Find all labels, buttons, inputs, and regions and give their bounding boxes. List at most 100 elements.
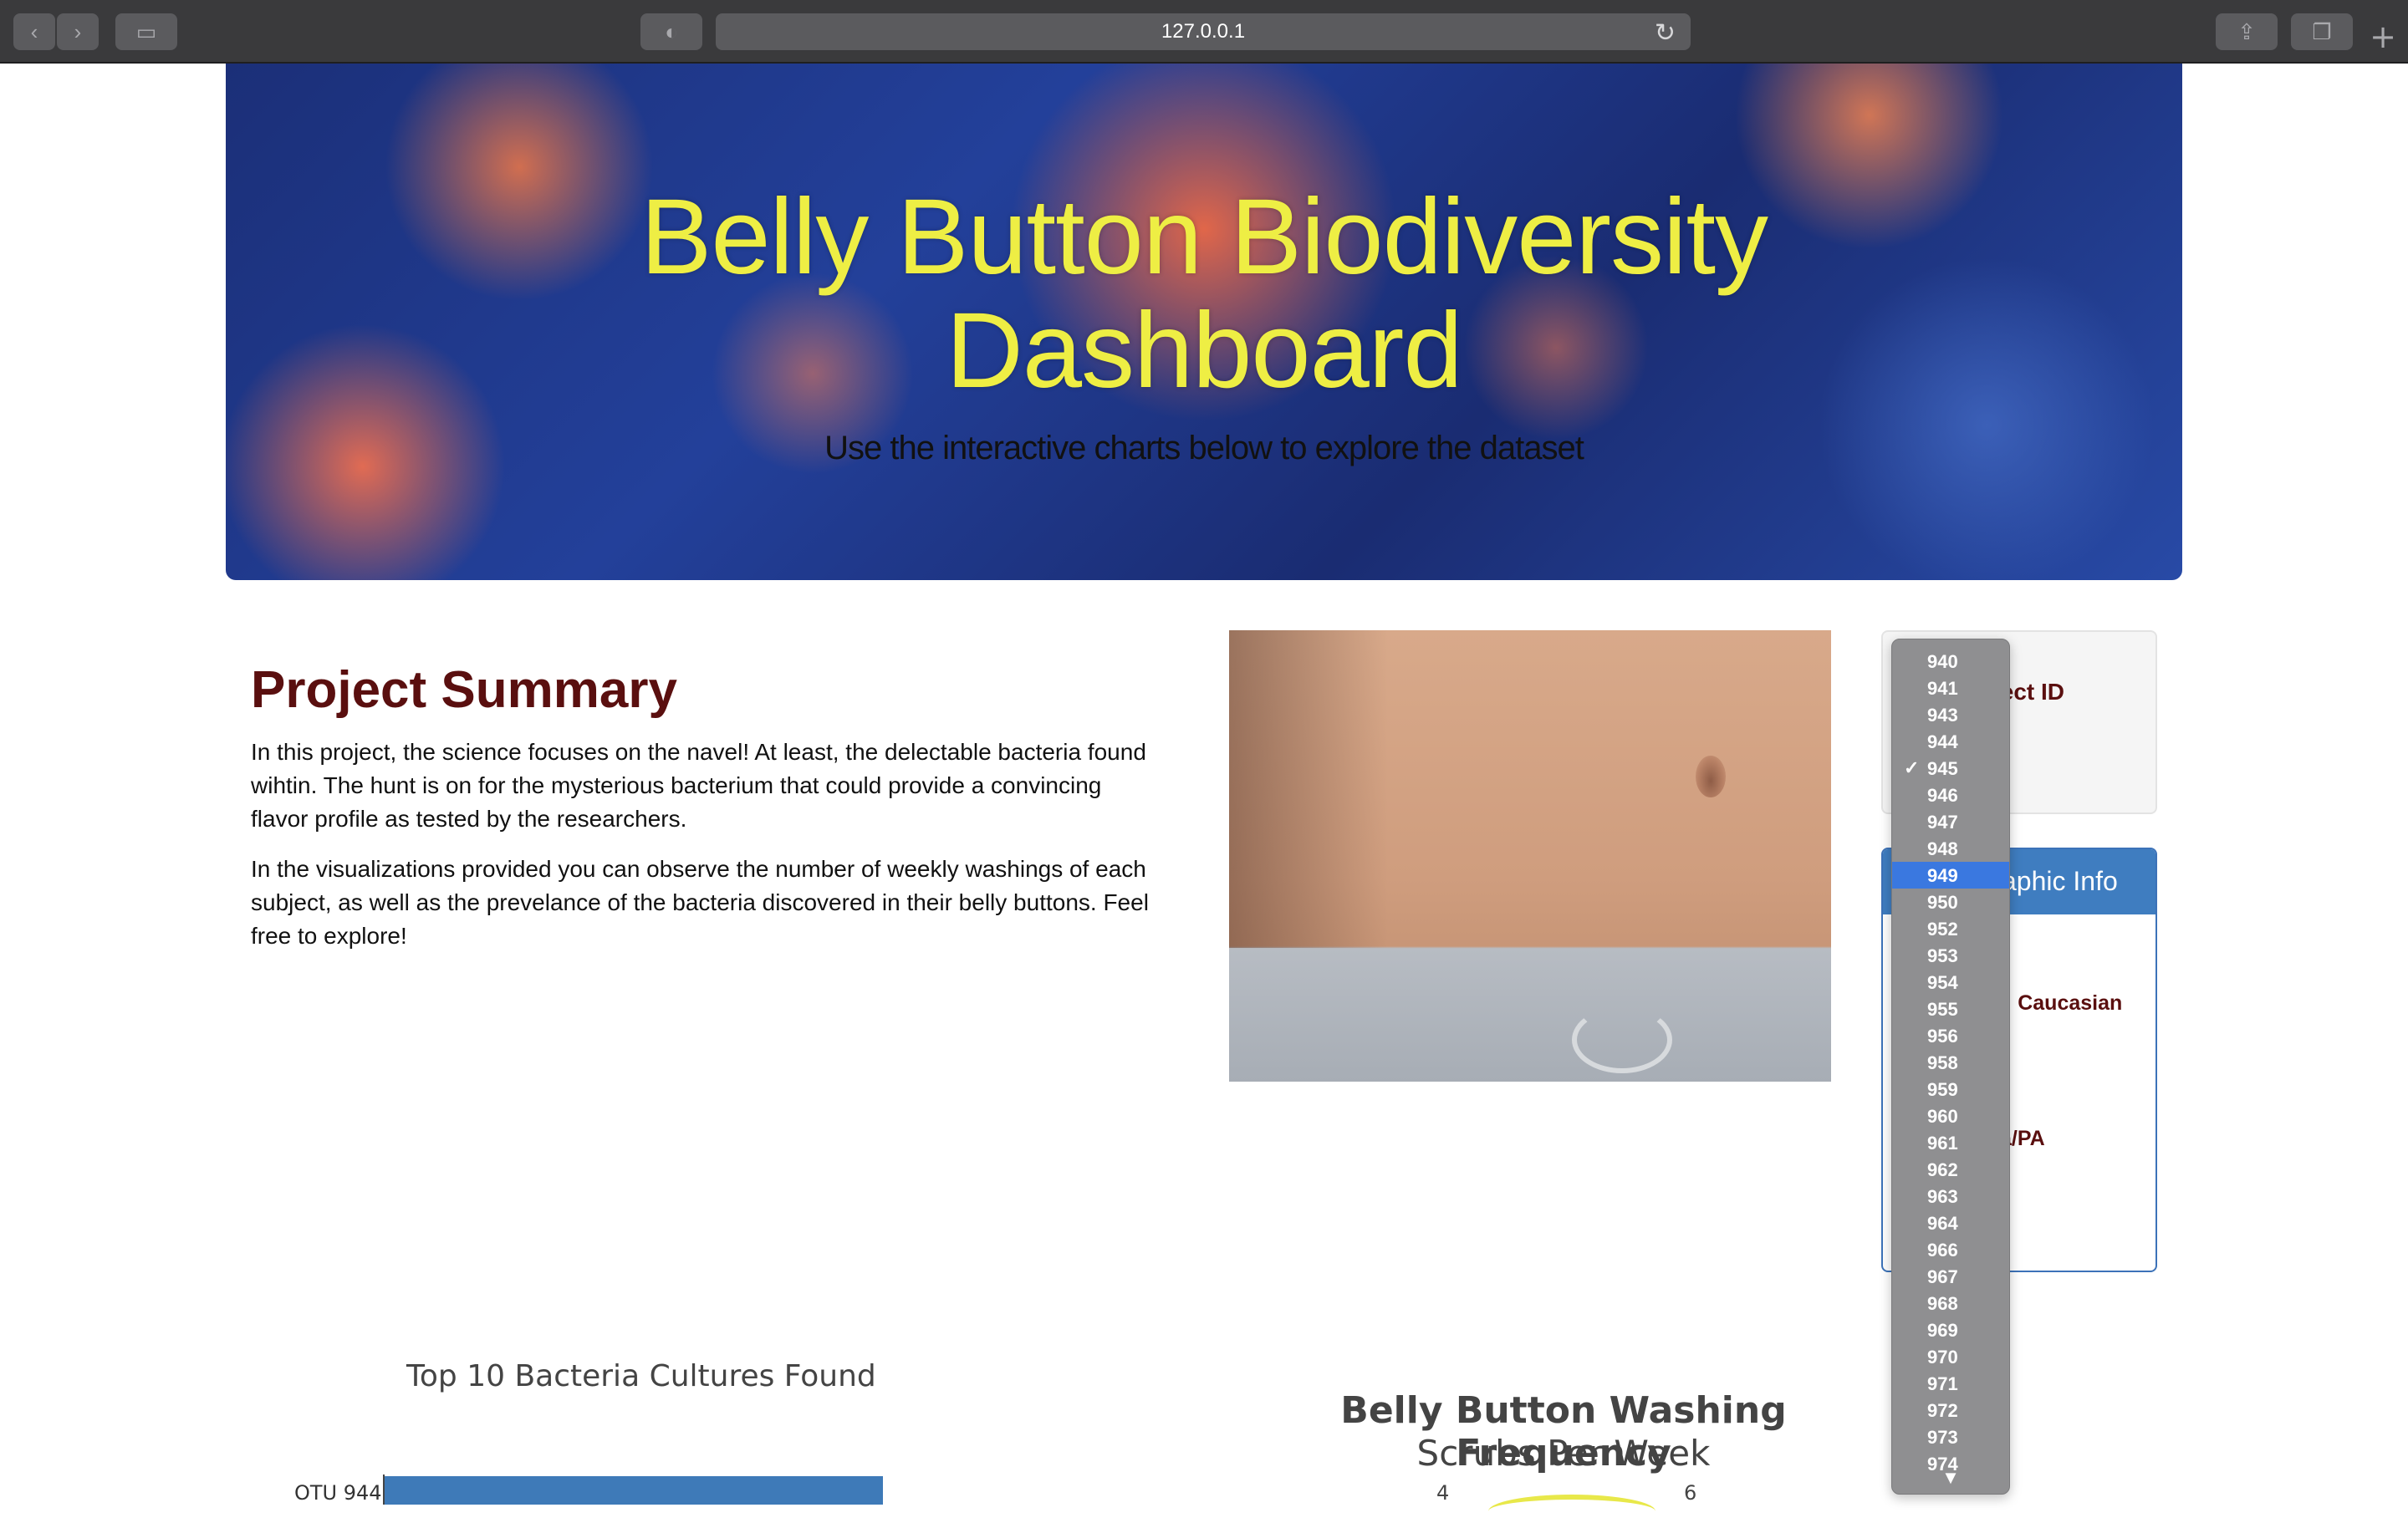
bar-chart-title: Top 10 Bacteria Cultures Found (406, 1359, 876, 1393)
privacy-shield-button[interactable]: ◐ (640, 13, 702, 50)
page-title-line1: Belly Button Biodiversity (640, 177, 1768, 297)
dropdown-option[interactable]: 960 (1892, 1103, 2009, 1129)
dropdown-option-label: 960 (1927, 1106, 1958, 1127)
drawstring-detail (1572, 1006, 1672, 1073)
dropdown-option[interactable]: 956 (1892, 1022, 2009, 1049)
dropdown-option-label: 940 (1927, 651, 1958, 672)
dropdown-option[interactable]: 944 (1892, 728, 2009, 755)
dropdown-option[interactable]: 950 (1892, 889, 2009, 915)
dropdown-option[interactable]: 953 (1892, 942, 2009, 969)
dropdown-option[interactable]: 970 (1892, 1343, 2009, 1370)
summary-line: free to explore! (251, 923, 407, 949)
dropdown-option-label: 969 (1927, 1320, 1958, 1341)
dropdown-option[interactable]: 961 (1892, 1129, 2009, 1156)
summary-paragraph-1: In this project, the science focuses on … (251, 736, 1171, 836)
dropdown-option-label: 953 (1927, 945, 1958, 966)
chevron-right-icon: › (74, 18, 82, 44)
dropdown-option-label: 968 (1927, 1293, 1958, 1314)
demo-ethnicity: ': Caucasian (2000, 991, 2123, 1015)
dropdown-option[interactable]: 967 (1892, 1263, 2009, 1290)
dropdown-option[interactable]: 969 (1892, 1317, 2009, 1343)
dropdown-option-label: 948 (1927, 838, 1958, 859)
sidebar-toggle-button[interactable]: ▭ (115, 13, 177, 50)
back-button[interactable]: ‹ (13, 13, 55, 50)
dropdown-option[interactable]: 946 (1892, 782, 2009, 808)
dropdown-option[interactable]: 943 (1892, 701, 2009, 728)
dropdown-option-label: 970 (1927, 1347, 1958, 1368)
reload-icon[interactable]: ↻ (1655, 18, 1676, 48)
dropdown-option-label: 972 (1927, 1400, 1958, 1421)
dropdown-option-label: 964 (1927, 1213, 1958, 1234)
gauge-arc (1488, 1495, 1656, 1528)
dropdown-option-label: 945 (1927, 758, 1958, 779)
dropdown-option[interactable]: 972 (1892, 1397, 2009, 1424)
dropdown-option[interactable]: 954 (1892, 969, 2009, 996)
subject-id-dropdown[interactable]: 974 973 972 971 970 969 968 967 966 964 963 962 961 9… (1891, 639, 2010, 1495)
gauge-tick-label: 4 (1436, 1481, 1450, 1505)
dropdown-option[interactable]: 949 (1892, 862, 2009, 889)
dropdown-option-label: 950 (1927, 892, 1958, 913)
page-subtitle: Use the interactive charts below to expl… (824, 430, 1584, 466)
dropdown-option-label: 956 (1927, 1026, 1958, 1047)
url-text: 127.0.0.1 (1161, 20, 1246, 43)
dropdown-option[interactable]: ✓ 945 (1892, 755, 2009, 782)
page-title: Belly Button Biodiversity Dashboard (226, 181, 2182, 408)
summary-line: In the visualizations provided you can o… (251, 856, 1146, 882)
dropdown-option-label: 962 (1927, 1159, 1958, 1180)
dropdown-option[interactable]: 971 (1892, 1370, 2009, 1397)
belly-photo (1229, 630, 1831, 1082)
summary-line: In this project, the science focuses on … (251, 739, 1146, 765)
dropdown-option[interactable]: 968 (1892, 1290, 2009, 1317)
bar-tick-label: OTU 944 (294, 1481, 382, 1505)
dropdown-option-label: 963 (1927, 1186, 1958, 1207)
share-icon: ⇪ (2237, 18, 2256, 44)
gauge-subtitle: Scrubs Per Week (1416, 1433, 1711, 1474)
shield-icon: ◐ (665, 18, 678, 44)
address-bar[interactable]: 127.0.0.1 ↻ (716, 13, 1691, 50)
summary-line: wihtin. The hunt is on for the mysteriou… (251, 772, 1102, 798)
bar-otu-944[interactable] (385, 1476, 883, 1505)
dropdown-option[interactable]: 940 (1892, 648, 2009, 675)
dropdown-option-label: 952 (1927, 919, 1958, 940)
forward-button[interactable]: › (57, 13, 99, 50)
chevron-left-icon: ‹ (30, 18, 38, 44)
dropdown-option[interactable]: 973 (1892, 1424, 2009, 1450)
dropdown-option-label: 943 (1927, 705, 1958, 726)
dropdown-option-label: 959 (1927, 1079, 1958, 1100)
tabs-icon: ❐ (2312, 18, 2332, 44)
dropdown-option[interactable]: 962 (1892, 1156, 2009, 1183)
page-title-line2: Dashboard (946, 291, 1462, 410)
checkmark-icon: ✓ (1904, 757, 1920, 778)
dropdown-option-label: 944 (1927, 731, 1958, 752)
tabs-overview-button[interactable]: ❐ (2291, 13, 2353, 50)
summary-paragraph-2: In the visualizations provided you can o… (251, 853, 1171, 953)
dropdown-option-label: 971 (1927, 1373, 1958, 1394)
sidebar-icon: ▭ (135, 18, 157, 44)
dropdown-option-label: 946 (1927, 785, 1958, 806)
dropdown-option-label: 958 (1927, 1052, 1958, 1073)
dropdown-option[interactable]: 959 (1892, 1076, 2009, 1103)
dropdown-option[interactable]: 947 (1892, 808, 2009, 835)
new-tab-icon[interactable]: + (2370, 18, 2396, 55)
dropdown-option-label: 949 (1927, 865, 1958, 886)
dropdown-option[interactable]: 948 (1892, 835, 2009, 862)
share-button[interactable]: ⇪ (2216, 13, 2278, 50)
dropdown-option-label: 973 (1927, 1427, 1958, 1448)
dropdown-option-label: 966 (1927, 1240, 1958, 1261)
dropdown-option-label: 961 (1927, 1133, 1958, 1154)
dropdown-option-label: 955 (1927, 999, 1958, 1020)
dropdown-option-label: 947 (1927, 812, 1958, 833)
dropdown-option[interactable]: 952 (1892, 915, 2009, 942)
dropdown-option[interactable]: 966 (1892, 1236, 2009, 1263)
dropdown-option[interactable]: 955 (1892, 996, 2009, 1022)
photo-shadow (1229, 630, 1388, 948)
summary-line: flavor profile as tested by the research… (251, 806, 687, 832)
scroll-down-icon[interactable]: ▼ (1892, 1467, 2009, 1489)
dropdown-option[interactable]: 941 (1892, 675, 2009, 701)
dropdown-option[interactable]: 964 (1892, 1210, 2009, 1236)
hero-banner: Belly Button Biodiversity Dashboard Use … (226, 64, 2182, 580)
dropdown-option[interactable]: 963 (1892, 1183, 2009, 1210)
dropdown-option[interactable]: 958 (1892, 1049, 2009, 1076)
dropdown-option-label: 941 (1927, 678, 1958, 699)
navel-detail (1696, 756, 1726, 797)
